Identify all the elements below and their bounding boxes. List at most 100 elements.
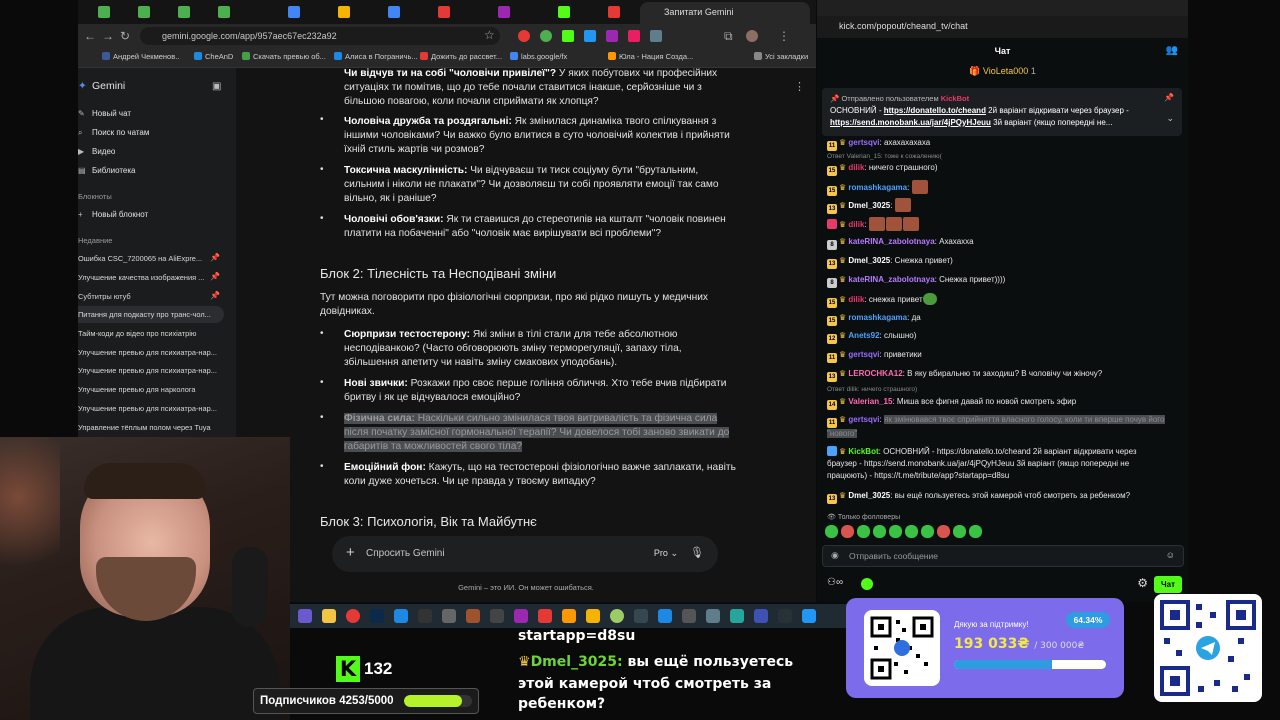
chat-message[interactable]: 8 ♛ kateRINA_zabolotnaya: Снежка привет))… bbox=[827, 274, 1177, 288]
recent-chat-item[interactable]: Тайм-коди до відео про психіатрію bbox=[78, 325, 224, 342]
reload-icon[interactable]: ↻ bbox=[120, 29, 130, 43]
chat-username[interactable]: romashkagama bbox=[848, 183, 907, 192]
chat-username[interactable]: gertsqvi bbox=[848, 138, 879, 147]
tab-favicon[interactable] bbox=[288, 6, 300, 18]
tab-gemini-active[interactable]: Запитати Gemini bbox=[640, 2, 810, 24]
monobank-link[interactable]: https://send.monobank.ua/jar/4jPQyHJeuu bbox=[830, 118, 991, 127]
chat-message[interactable]: 13 ♛ Dmel_3025: вы ещё пользуетесь этой к… bbox=[827, 490, 1177, 504]
pin-icon[interactable]: 📌 bbox=[210, 291, 220, 300]
pin-icon[interactable]: 📌 bbox=[210, 272, 220, 281]
chat-message[interactable]: 8 ♛ kateRINA_zabolotnaya: Ахахахха bbox=[827, 236, 1177, 250]
chat-message[interactable]: 15 ♛ dilik: ничего страшного) bbox=[827, 162, 1177, 176]
send-message-input[interactable]: ◉ Отправить сообщение ☺ bbox=[822, 545, 1184, 567]
file-explorer-icon[interactable] bbox=[322, 609, 336, 623]
emote-button[interactable] bbox=[937, 525, 950, 538]
bookmark-item[interactable]: Скачать превью об... bbox=[242, 52, 326, 61]
kick-points-icon[interactable] bbox=[861, 578, 873, 590]
app-icon[interactable] bbox=[442, 609, 456, 623]
tab-favicon[interactable] bbox=[338, 6, 350, 18]
steam-icon[interactable] bbox=[778, 609, 792, 623]
app-icon[interactable] bbox=[634, 609, 648, 623]
chat-message[interactable]: 15 ♛ romashkagama: bbox=[827, 180, 1177, 196]
recent-chat-item[interactable]: Улучшение превью для психиатра-нар... bbox=[78, 362, 224, 379]
sidebar-item-library[interactable]: ▤ Библиотека bbox=[78, 166, 228, 175]
response-item-selected[interactable]: Фізична сила: Наскільки сильно змінилася… bbox=[344, 412, 736, 454]
chat-username[interactable]: Dmel_3025 bbox=[848, 256, 890, 265]
chat-message[interactable]: 12 ♛ Anets92: слышно) bbox=[827, 330, 1177, 344]
chat-message[interactable]: ♛ dilik: bbox=[827, 217, 1177, 231]
emote-button[interactable] bbox=[953, 525, 966, 538]
emote-button[interactable] bbox=[857, 525, 870, 538]
tab-favicon[interactable] bbox=[218, 6, 230, 18]
gear-icon[interactable]: ⚙ bbox=[1137, 576, 1148, 590]
chat-username[interactable]: kateRINA_zabolotnaya bbox=[848, 275, 934, 284]
app-icon[interactable] bbox=[610, 609, 624, 623]
more-options-icon[interactable]: ⋮ bbox=[794, 80, 805, 93]
chat-username[interactable]: gertsqvi bbox=[848, 350, 879, 359]
model-selector[interactable]: Pro ⌄ bbox=[654, 548, 678, 559]
emote-button[interactable] bbox=[873, 525, 886, 538]
chat-message[interactable]: 13 ♛ Dmel_3025: Снежка привет) bbox=[827, 255, 1177, 269]
bookmark-item[interactable]: CheAnD bbox=[194, 52, 233, 61]
donatello-link[interactable]: https://donatello.to/cheand bbox=[884, 106, 986, 115]
start-icon[interactable] bbox=[298, 609, 312, 623]
extension-icon[interactable] bbox=[540, 30, 552, 42]
chat-username[interactable]: dilik bbox=[848, 163, 864, 172]
chat-message[interactable]: 11 ♛ gertsqvi: приветики bbox=[827, 349, 1177, 363]
microphone-icon[interactable]: 🎙 bbox=[690, 546, 704, 559]
star-icon[interactable]: ☆ bbox=[484, 28, 495, 42]
users-icon[interactable]: 👥 bbox=[1166, 45, 1178, 56]
chat-username[interactable]: kateRINA_zabolotnaya bbox=[848, 237, 934, 246]
extension-icon[interactable] bbox=[606, 30, 618, 42]
chat-username[interactable]: KickBot bbox=[848, 447, 878, 456]
app-icon[interactable] bbox=[658, 609, 672, 623]
recent-chat-item[interactable]: Улучшение превью для нарколога bbox=[78, 381, 224, 398]
emote-button[interactable] bbox=[841, 525, 854, 538]
pin-icon[interactable]: 📌 bbox=[210, 253, 220, 262]
tab-favicon[interactable] bbox=[138, 6, 150, 18]
bookmark-item[interactable]: Андрей Чекменов.. bbox=[102, 52, 179, 61]
tab-favicon[interactable] bbox=[498, 6, 510, 18]
extensions-puzzle-icon[interactable]: ⧉ bbox=[724, 29, 733, 44]
chat-message[interactable]: 15 ♛ dilik: снежка привет bbox=[827, 293, 1177, 308]
tab-favicon[interactable] bbox=[178, 6, 190, 18]
chat-message[interactable]: 15 ♛ romashkagama: да bbox=[827, 312, 1177, 326]
app-icon[interactable] bbox=[706, 609, 720, 623]
tab-favicon[interactable] bbox=[98, 6, 110, 18]
tab-favicon[interactable] bbox=[608, 6, 620, 18]
app-icon[interactable] bbox=[394, 609, 408, 623]
chat-username[interactable]: LEROCHKA12 bbox=[848, 369, 902, 378]
app-icon[interactable] bbox=[490, 609, 504, 623]
chat-message[interactable]: ♛ KickBot: ОСНОВНИЙ - https://donatello.… bbox=[827, 446, 1167, 482]
chat-username[interactable]: Dmel_3025 bbox=[848, 201, 890, 210]
forward-icon[interactable]: → bbox=[102, 29, 114, 43]
app-icon[interactable] bbox=[682, 609, 696, 623]
profile-avatar[interactable] bbox=[746, 30, 758, 42]
back-icon[interactable]: ← bbox=[84, 29, 96, 43]
bookmark-item[interactable]: Дожить до рассвет... bbox=[420, 52, 502, 61]
bookmark-item[interactable]: Алиса в Пограничь... bbox=[334, 52, 418, 61]
app-icon[interactable] bbox=[514, 609, 528, 623]
extension-icon[interactable] bbox=[584, 30, 596, 42]
chat-message[interactable]: 13 ♛ LEROCHKA12: В яку вбиральню ти заход… bbox=[827, 368, 1177, 382]
chat-message[interactable]: 14 ♛ Valerian_15: Миша все фигня давай по… bbox=[827, 396, 1177, 410]
sidebar-item-search[interactable]: ⌕ Поиск по чатам bbox=[78, 128, 228, 138]
top-gifter[interactable]: 🎁 VioLeta000 1 bbox=[817, 66, 1188, 84]
app-icon[interactable] bbox=[466, 609, 480, 623]
discord-icon[interactable] bbox=[754, 609, 768, 623]
tab-favicon[interactable] bbox=[558, 6, 570, 18]
chat-username[interactable]: Valerian_15 bbox=[848, 397, 892, 406]
recent-chat-item[interactable]: Субтитры ютуб 📌 bbox=[78, 288, 224, 305]
emote-button[interactable] bbox=[905, 525, 918, 538]
chat-username[interactable]: dilik bbox=[848, 295, 864, 304]
send-chat-button[interactable]: Чат bbox=[1154, 576, 1182, 593]
sidebar-item-new-chat[interactable]: ✎ Новый чат bbox=[78, 109, 228, 118]
tab-favicon[interactable] bbox=[438, 6, 450, 18]
app-icon[interactable] bbox=[562, 609, 576, 623]
recent-chat-item[interactable]: Ошибка CSC_7200065 на AliExpre... 📌 bbox=[78, 250, 224, 267]
app-icon[interactable] bbox=[538, 609, 552, 623]
emote-button[interactable] bbox=[889, 525, 902, 538]
gemini-logo[interactable]: ✦ Gemini bbox=[78, 80, 228, 92]
pin-toggle-icon[interactable]: 📌 bbox=[1164, 92, 1174, 104]
app-icon[interactable] bbox=[730, 609, 744, 623]
